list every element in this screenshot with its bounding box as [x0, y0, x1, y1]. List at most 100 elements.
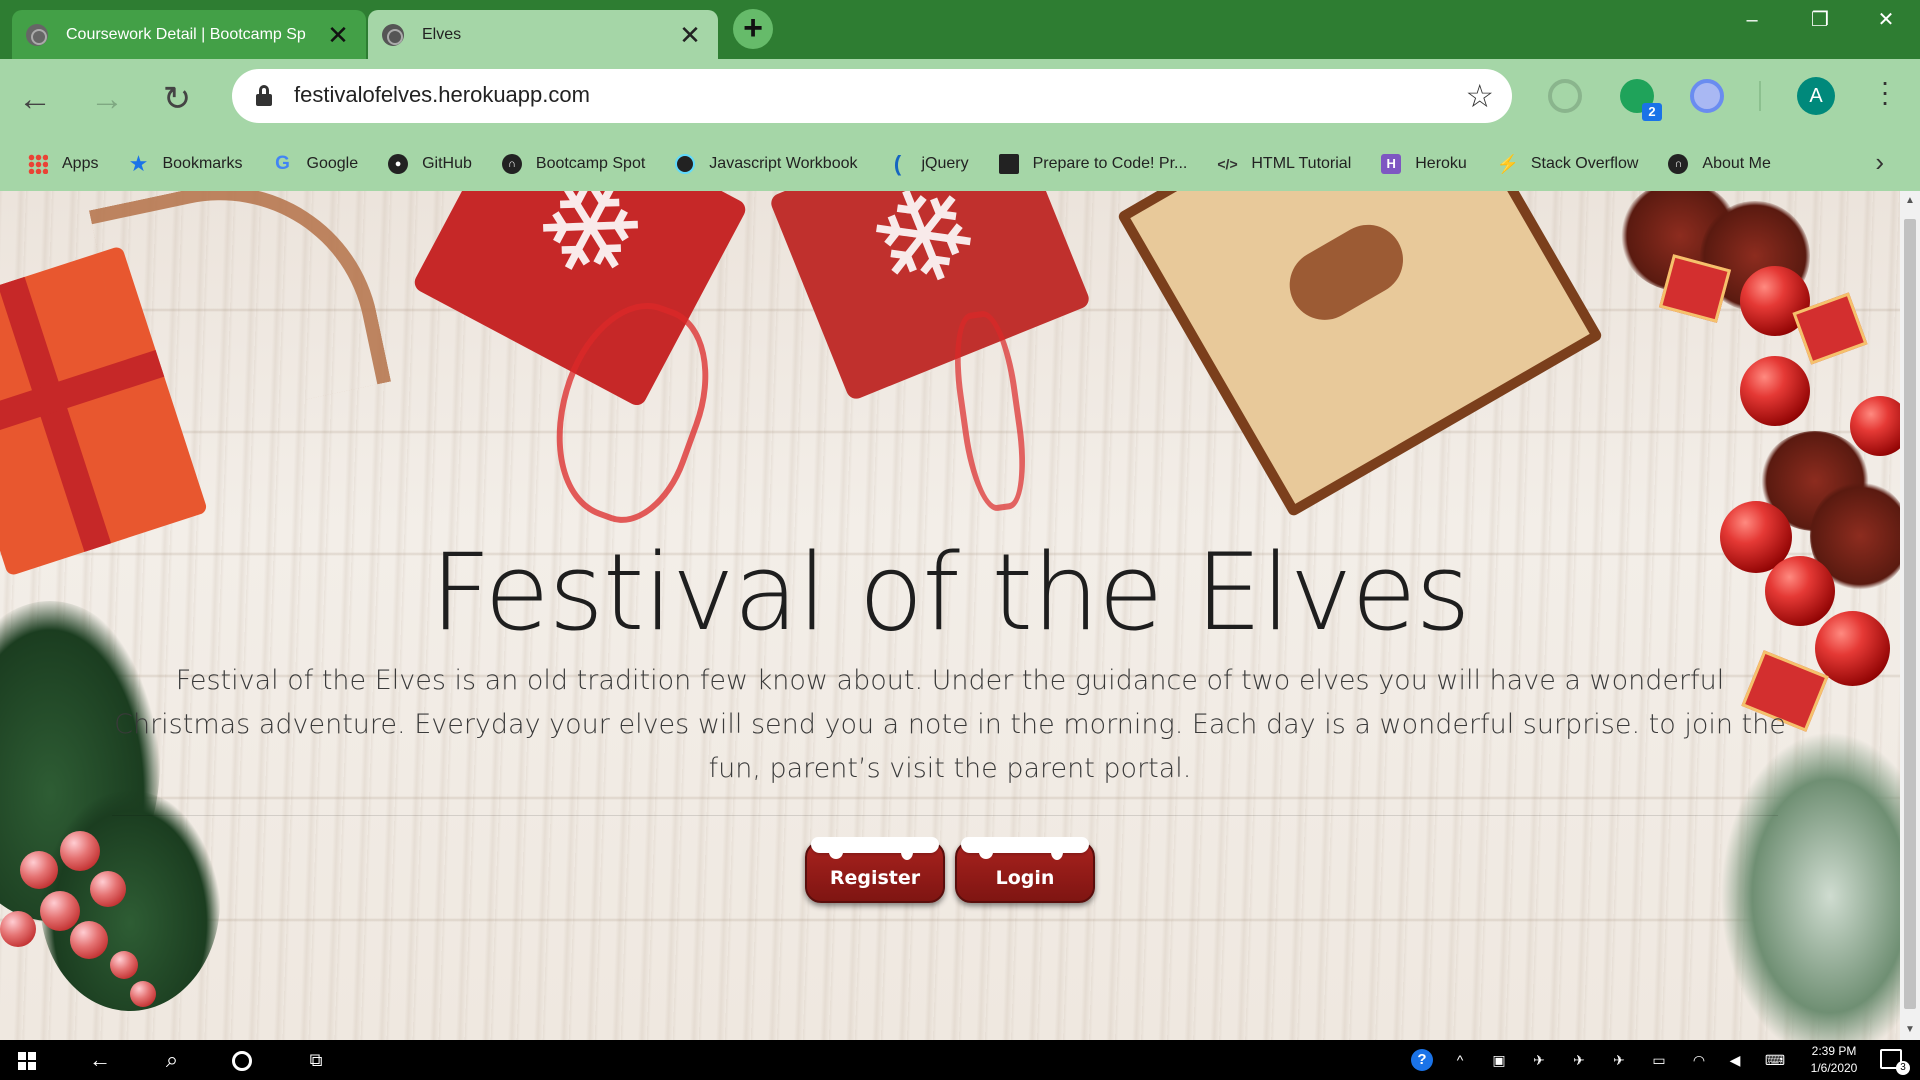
back-arrow-icon[interactable]: ← — [12, 77, 58, 123]
tray-app-icon[interactable]: ▣ — [1486, 1040, 1512, 1080]
minimize-button[interactable]: – — [1718, 0, 1786, 44]
tray-app-icon[interactable]: ✈ — [1526, 1040, 1552, 1080]
back-arrow-icon[interactable]: ← — [76, 1040, 124, 1080]
bookmark-bookmarks[interactable]: ★ Bookmarks — [128, 145, 243, 183]
close-window-button[interactable]: ✕ — [1852, 0, 1920, 44]
page-viewport: ❄ ❄ Festival of the Elves Festival of th… — [0, 191, 1900, 1040]
register-button-label: Register — [829, 867, 921, 889]
stack-overflow-icon: ⚡ — [1496, 154, 1520, 174]
book-icon — [998, 154, 1019, 174]
notification-center-icon[interactable]: 3 — [1880, 1049, 1910, 1075]
lock-icon[interactable] — [256, 85, 272, 106]
notification-count: 3 — [1896, 1061, 1910, 1075]
divider — [112, 815, 1778, 816]
address-bar[interactable]: festivalofelves.herokuapp.com ☆ — [232, 69, 1512, 123]
close-tab-icon[interactable]: ✕ — [324, 22, 352, 48]
bootcamp-spot-icon: ∩ — [501, 154, 522, 174]
cortana-icon[interactable] — [232, 1051, 252, 1071]
chevron-right-icon[interactable]: › — [1875, 147, 1884, 178]
bookmark-label: Apps — [62, 155, 99, 172]
bookmark-jquery[interactable]: ( jQuery — [888, 145, 969, 183]
extension-icon[interactable] — [1690, 79, 1724, 113]
globe-icon — [26, 23, 48, 46]
bookmark-label: Heroku — [1415, 155, 1467, 172]
star-icon: ★ — [128, 151, 149, 176]
bookmark-label: jQuery — [921, 155, 969, 172]
bookmark-label: HTML Tutorial — [1251, 155, 1352, 172]
bookmark-about-me[interactable]: ∩ About Me — [1668, 145, 1771, 183]
bookmark-apps[interactable]: Apps — [28, 145, 98, 183]
reload-icon[interactable]: ↻ — [154, 77, 200, 123]
tray-app-icon[interactable]: ✈ — [1566, 1040, 1592, 1080]
bookmark-bootcamp-spot[interactable]: ∩ Bootcamp Spot — [501, 145, 646, 183]
google-icon: G — [275, 153, 290, 174]
system-clock[interactable]: 2:39 PM 1/6/2020 — [1804, 1043, 1864, 1077]
bookmark-label: Bootcamp Spot — [535, 155, 646, 172]
battery-icon[interactable]: ▭ — [1646, 1040, 1672, 1080]
bookmark-label: Google — [306, 155, 359, 172]
bookmark-label: Stack Overflow — [1530, 155, 1639, 172]
globe-icon — [382, 23, 404, 46]
toolbar-divider — [1759, 81, 1761, 111]
page-description: Festival of the Elves is an old traditio… — [114, 665, 1786, 784]
tab-title: Coursework Detail | Bootcamp Sp — [66, 25, 306, 43]
extension-icon[interactable]: 2 — [1620, 79, 1662, 121]
bookmark-star-icon[interactable]: ☆ — [1465, 77, 1494, 115]
volume-icon[interactable]: ◀ — [1722, 1040, 1748, 1080]
tab-elves[interactable]: Elves ✕ — [368, 10, 718, 59]
chevron-up-icon[interactable]: ^ — [1448, 1040, 1472, 1080]
scroll-up-icon[interactable]: ▲ — [1904, 195, 1916, 207]
keyboard-icon[interactable]: ⌨ — [1760, 1040, 1790, 1080]
bookmark-github[interactable]: ● GitHub — [388, 145, 472, 183]
clock-date: 1/6/2020 — [1810, 1061, 1858, 1075]
code-icon: </> — [1217, 156, 1238, 172]
help-icon[interactable]: ? — [1411, 1049, 1433, 1071]
search-icon[interactable]: ⌕ — [148, 1040, 196, 1080]
menu-kebab-icon[interactable]: · · · — [1870, 68, 1900, 116]
taskbar: ← ⌕ ⧉ ? ^ ▣ ✈ ✈ ✈ ▭ ◠ ◀ ⌨ 2:39 PM 1/6/20… — [0, 1040, 1920, 1080]
tray-app-icon[interactable]: ✈ — [1606, 1040, 1632, 1080]
login-button-label: Login — [995, 867, 1055, 889]
tab-title: Elves — [422, 25, 462, 43]
bookmark-label: Prepare to Code! Pr... — [1032, 155, 1188, 172]
tab-coursework[interactable]: Coursework Detail | Bootcamp Sp ✕ — [12, 10, 366, 59]
bookmark-stack-overflow[interactable]: ⚡ Stack Overflow — [1497, 145, 1639, 183]
tab-strip: Coursework Detail | Bootcamp Sp ✕ Elves … — [0, 0, 1920, 59]
login-button[interactable]: Login — [955, 837, 1095, 903]
react-icon — [675, 154, 696, 174]
bookmark-javascript-workbook[interactable]: Javascript Workbook — [675, 145, 858, 183]
bookmark-label: About Me — [1702, 155, 1771, 172]
scrollbar-thumb[interactable] — [1904, 219, 1916, 1009]
extension-icon[interactable] — [1548, 79, 1582, 113]
bookmark-html-tutorial[interactable]: </> HTML Tutorial — [1217, 145, 1351, 183]
scroll-down-icon[interactable]: ▼ — [1904, 1024, 1916, 1036]
bookmark-prepare-to-code[interactable]: Prepare to Code! Pr... — [998, 145, 1188, 183]
profile-avatar[interactable]: A — [1797, 77, 1835, 115]
bookmark-label: Bookmarks — [162, 155, 243, 172]
bootcamp-spot-icon: ∩ — [1668, 154, 1689, 174]
wifi-icon[interactable]: ◠ — [1686, 1040, 1712, 1080]
action-buttons: Register Login — [0, 837, 1900, 903]
vertical-scrollbar[interactable]: ▲ ▼ — [1900, 191, 1920, 1040]
snow-cap-decoration — [961, 837, 1089, 860]
jquery-icon: ( — [893, 151, 902, 176]
bookmark-google[interactable]: G Google — [273, 145, 359, 183]
register-button[interactable]: Register — [805, 837, 945, 903]
hero-section: Festival of the Elves Festival of the El… — [0, 191, 1900, 1040]
close-tab-icon[interactable]: ✕ — [676, 22, 704, 48]
apps-grid-icon — [28, 154, 48, 174]
url-text[interactable]: festivalofelves.herokuapp.com — [294, 82, 590, 108]
clock-time: 2:39 PM — [1811, 1044, 1857, 1058]
bookmark-label: Javascript Workbook — [709, 155, 858, 172]
heroku-icon: H — [1381, 154, 1402, 174]
task-view-icon[interactable]: ⧉ — [292, 1040, 340, 1080]
page-title: Festival of the Elves — [430, 531, 1471, 654]
new-tab-button[interactable]: + — [733, 9, 773, 49]
extension-badge: 2 — [1642, 103, 1662, 121]
snow-cap-decoration — [811, 837, 939, 860]
maximize-button[interactable]: ❐ — [1786, 0, 1854, 44]
forward-arrow-icon[interactable]: → — [84, 77, 130, 123]
browser-toolbar: ← → ↻ festivalofelves.herokuapp.com ☆ 2 … — [0, 59, 1920, 250]
windows-start-icon[interactable] — [18, 1052, 36, 1070]
bookmark-heroku[interactable]: H Heroku — [1381, 145, 1467, 183]
